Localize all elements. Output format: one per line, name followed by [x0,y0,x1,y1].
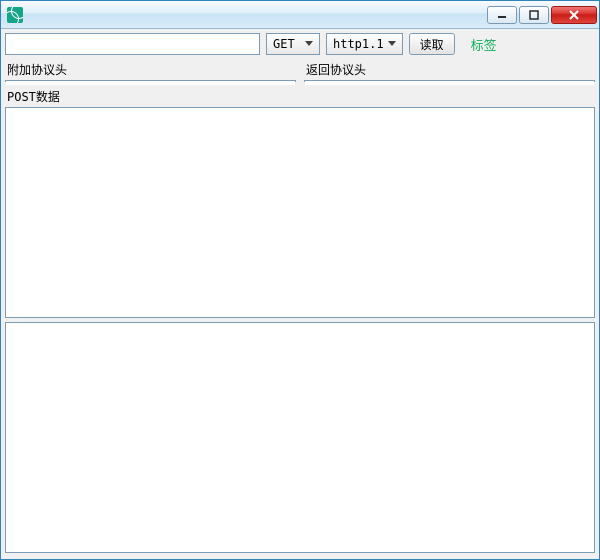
fetch-button[interactable]: 读取 [409,33,455,55]
maximize-icon [529,10,539,20]
post-data-section: POST数据 [5,86,595,318]
method-select[interactable]: GET [266,33,320,55]
request-headers-input[interactable] [6,81,295,85]
maximize-button[interactable] [519,6,549,24]
url-input[interactable] [5,33,260,55]
request-headers-label: 附加协议头 [5,59,296,80]
headers-row: 附加协议头 返回协议头 [5,59,595,82]
response-headers-output[interactable] [305,81,594,85]
request-headers-wrap [5,80,296,82]
client-area: GET http1.1 读取 标签 附加协议头 [1,29,599,559]
http-version-select[interactable]: http1.1 [326,33,403,55]
minimize-button[interactable] [487,6,517,24]
titlebar [1,1,599,29]
response-body-output[interactable] [6,323,594,553]
app-window: GET http1.1 读取 标签 附加协议头 [0,0,600,560]
response-headers-label: 返回协议头 [304,59,595,80]
chevron-down-icon [384,41,400,47]
post-data-wrap [5,107,595,318]
response-body-wrap [5,322,595,554]
response-body-section [5,322,595,554]
window-controls [487,6,597,24]
toolbar: GET http1.1 读取 标签 [5,33,595,55]
chevron-down-icon [301,41,317,47]
response-headers-wrap [304,80,595,82]
close-icon [568,10,580,20]
http-version-select-value: http1.1 [333,37,384,51]
minimize-icon [497,10,507,20]
response-headers-column: 返回协议头 [304,59,595,82]
post-data-label: POST数据 [5,86,595,107]
tag-label: 标签 [461,35,497,54]
method-select-value: GET [273,37,301,51]
app-icon [7,7,23,23]
post-data-input[interactable] [6,108,594,317]
close-button[interactable] [551,6,597,24]
request-headers-column: 附加协议头 [5,59,296,82]
